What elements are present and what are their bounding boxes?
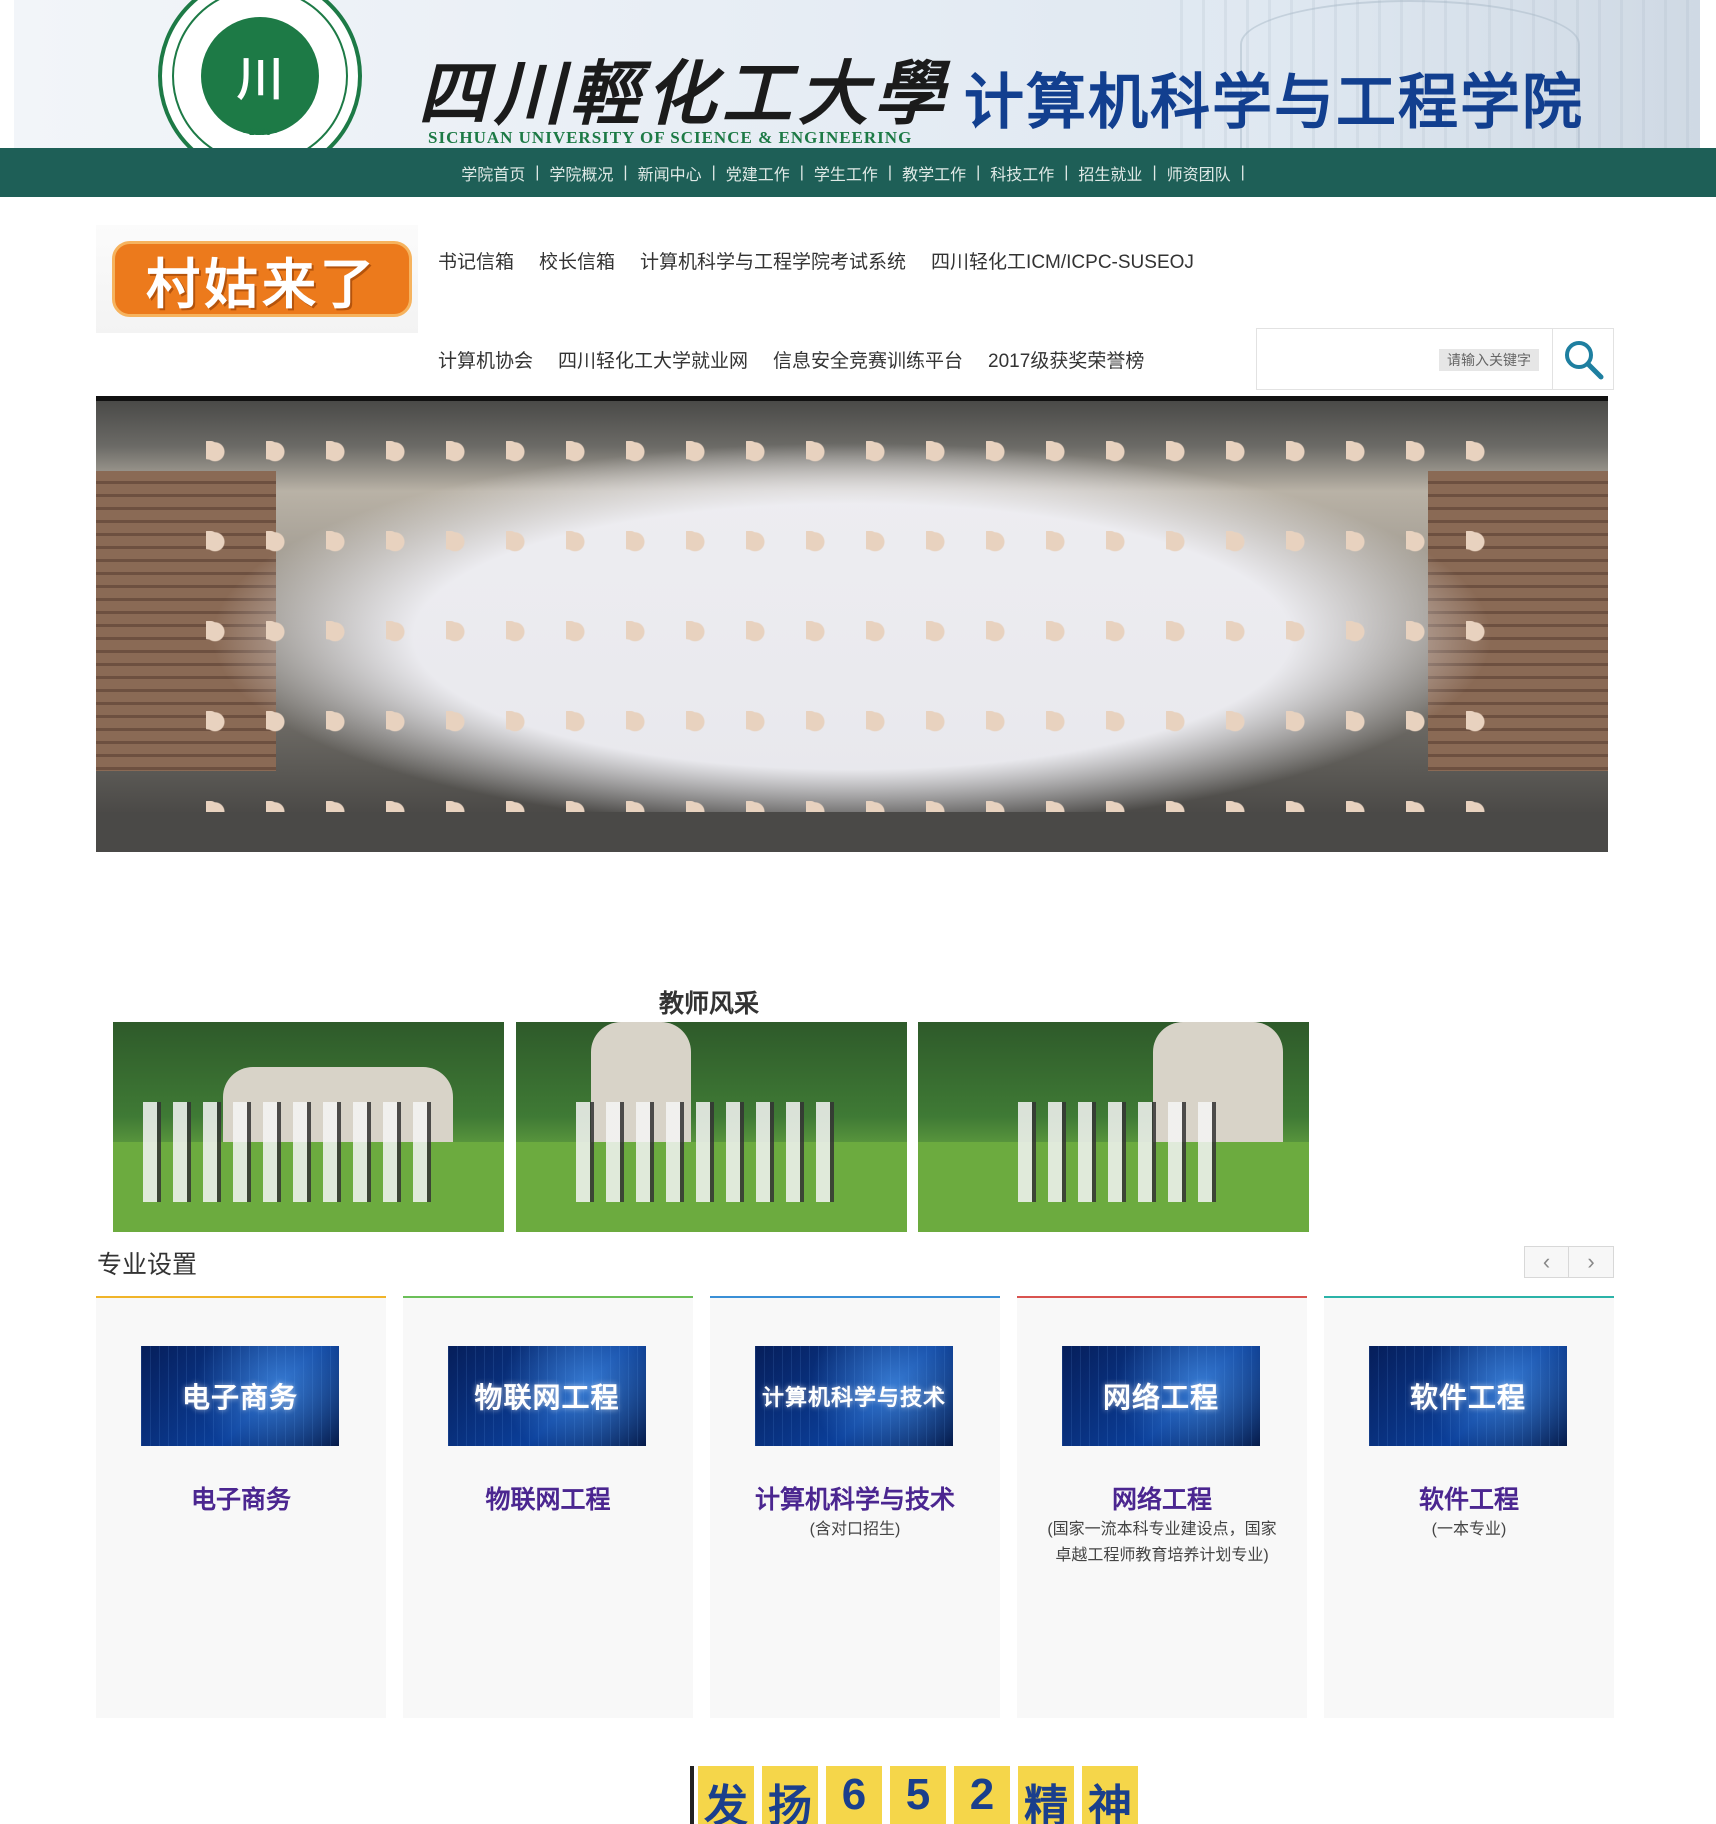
seal-ring xyxy=(172,0,348,148)
quick-links-row-1: 书记信箱 校长信箱 计算机科学与工程学院考试系统 四川轻化工ICM/ICPC-S… xyxy=(438,247,1194,274)
slogan-char: 扬 xyxy=(762,1766,818,1824)
quick-link-president-mailbox[interactable]: 校长信箱 xyxy=(539,247,615,274)
card-accent-line xyxy=(96,1296,386,1298)
slogan-char: 精 xyxy=(1018,1766,1074,1824)
teacher-photo-2[interactable] xyxy=(516,1022,907,1232)
major-card-software[interactable]: 软件工程 软件工程 (一本专业) xyxy=(1324,1296,1614,1718)
nav-separator: | xyxy=(711,163,716,181)
search-button[interactable] xyxy=(1552,329,1613,389)
main-nav: 学院首页 | 学院概况 | 新闻中心 | 党建工作 | 学生工作 | 教学工作 | 科技工作… xyxy=(0,148,1716,197)
major-card-iot[interactable]: 物联网工程 物联网工程 xyxy=(403,1296,693,1718)
card-accent-line xyxy=(1017,1296,1307,1298)
major-note: (国家一流本科专业建设点，国家卓越工程师教育培养计划专业) xyxy=(1047,1521,1277,1564)
quick-link-infosec-platform[interactable]: 信息安全竞赛训练平台 xyxy=(773,346,963,373)
card-accent-line xyxy=(403,1296,693,1298)
major-thumbnail: 电子商务 xyxy=(141,1346,339,1446)
nav-item-party[interactable]: 党建工作 xyxy=(726,161,790,185)
quick-links-row-2: 计算机协会 四川轻化工大学就业网 信息安全竞赛训练平台 2017级获奖荣誉榜 xyxy=(438,346,1144,373)
nav-separator: | xyxy=(623,163,628,181)
teachers-section-title: 教师风采 xyxy=(659,990,760,1018)
seal-year: • 1965 • xyxy=(242,127,278,138)
major-card-ecommerce[interactable]: 电子商务 电子商务 xyxy=(96,1296,386,1718)
quick-link-honor-roll[interactable]: 2017级获奖荣誉榜 xyxy=(988,346,1144,373)
major-name[interactable]: 电子商务 xyxy=(96,1480,386,1516)
nav-item-teaching[interactable]: 教学工作 xyxy=(902,161,966,185)
nav-item-faculty[interactable]: 师资团队 xyxy=(1167,161,1231,185)
slogan-banner[interactable]: 发 扬 6 5 2 精 神 xyxy=(690,1766,1138,1824)
magnifier-icon xyxy=(1565,341,1604,380)
next-arrow-button[interactable]: › xyxy=(1569,1246,1614,1278)
major-name[interactable]: 软件工程 xyxy=(1324,1480,1614,1516)
photo-floor xyxy=(96,812,1608,852)
nav-item-overview[interactable]: 学院概况 xyxy=(549,161,613,185)
nav-item-news[interactable]: 新闻中心 xyxy=(638,161,702,185)
promo-banner[interactable]: 村姑来了 xyxy=(96,225,418,333)
photo-people xyxy=(1018,1102,1218,1202)
teacher-photo-1[interactable] xyxy=(113,1022,504,1232)
major-note: (含对口招生) xyxy=(809,1521,901,1538)
nav-separator: | xyxy=(799,163,804,181)
hero-group-photo[interactable] xyxy=(96,396,1608,852)
majors-section-title: 专业设置 xyxy=(97,1251,198,1279)
photo-crowd xyxy=(206,441,1498,832)
nav-item-home[interactable]: 学院首页 xyxy=(461,161,525,185)
school-name-cn: 四川輕化工大學 xyxy=(418,52,950,135)
major-thumbnail: 物联网工程 xyxy=(448,1346,646,1446)
quick-link-secretary-mailbox[interactable]: 书记信箱 xyxy=(438,247,514,274)
major-note: (一本专业) xyxy=(1431,1521,1507,1538)
slogan-char: 5 xyxy=(890,1766,946,1824)
major-card-network[interactable]: 网络工程 网络工程 (国家一流本科专业建设点，国家卓越工程师教育培养计划专业) xyxy=(1017,1296,1307,1718)
major-name[interactable]: 计算机科学与技术 xyxy=(710,1480,1000,1516)
promo-badge: 村姑来了 xyxy=(112,241,412,317)
major-thumbnail: 网络工程 xyxy=(1062,1346,1260,1446)
major-thumbnail: 软件工程 xyxy=(1369,1346,1567,1446)
search-box: 请输入关键字 xyxy=(1256,328,1614,390)
college-title: 计算机科学与工程学院 xyxy=(964,69,1584,136)
major-name[interactable]: 网络工程 xyxy=(1017,1480,1307,1516)
card-accent-line xyxy=(710,1296,1000,1298)
slogan-char: 2 xyxy=(954,1766,1010,1824)
major-name[interactable]: 物联网工程 xyxy=(403,1480,693,1516)
photo-people xyxy=(143,1102,443,1202)
university-seal-logo[interactable]: 川 • 1965 • xyxy=(158,0,362,148)
quick-link-computer-association[interactable]: 计算机协会 xyxy=(438,346,533,373)
nav-separator: | xyxy=(535,163,540,181)
prev-arrow-button[interactable]: ‹ xyxy=(1524,1246,1569,1278)
photo-people xyxy=(576,1102,846,1202)
school-name-en: SICHUAN UNIVERSITY OF SCIENCE & ENGINEER… xyxy=(428,128,913,147)
nav-item-admissions[interactable]: 招生就业 xyxy=(1078,161,1142,185)
card-accent-line xyxy=(1324,1296,1614,1298)
major-thumbnail: 计算机科学与技术 xyxy=(755,1346,953,1446)
nav-separator: | xyxy=(1152,163,1157,181)
nav-separator: | xyxy=(1240,163,1245,181)
nav-separator: | xyxy=(1064,163,1069,181)
nav-item-research[interactable]: 科技工作 xyxy=(990,161,1054,185)
quick-link-icpc-oj[interactable]: 四川轻化工ICM/ICPC-SUSEOJ xyxy=(931,247,1194,274)
slogan-char: 6 xyxy=(826,1766,882,1824)
quick-link-exam-system[interactable]: 计算机科学与工程学院考试系统 xyxy=(640,247,906,274)
majors-carousel-controls: ‹ › xyxy=(1524,1246,1614,1278)
slogan-char: 发 xyxy=(698,1766,754,1824)
header-banner: 川 • 1965 • 四川輕化工大學 SICHUAN UNIVERSITY OF… xyxy=(14,0,1700,148)
teacher-photo-3[interactable] xyxy=(918,1022,1309,1232)
slogan-char: 神 xyxy=(1082,1766,1138,1824)
nav-separator: | xyxy=(887,163,893,181)
search-input[interactable] xyxy=(1257,329,1553,389)
major-card-cs[interactable]: 计算机科学与技术 计算机科学与技术 (含对口招生) xyxy=(710,1296,1000,1718)
nav-item-students[interactable]: 学生工作 xyxy=(814,161,878,185)
nav-separator: | xyxy=(976,163,981,181)
quick-link-employment[interactable]: 四川轻化工大学就业网 xyxy=(558,346,748,373)
